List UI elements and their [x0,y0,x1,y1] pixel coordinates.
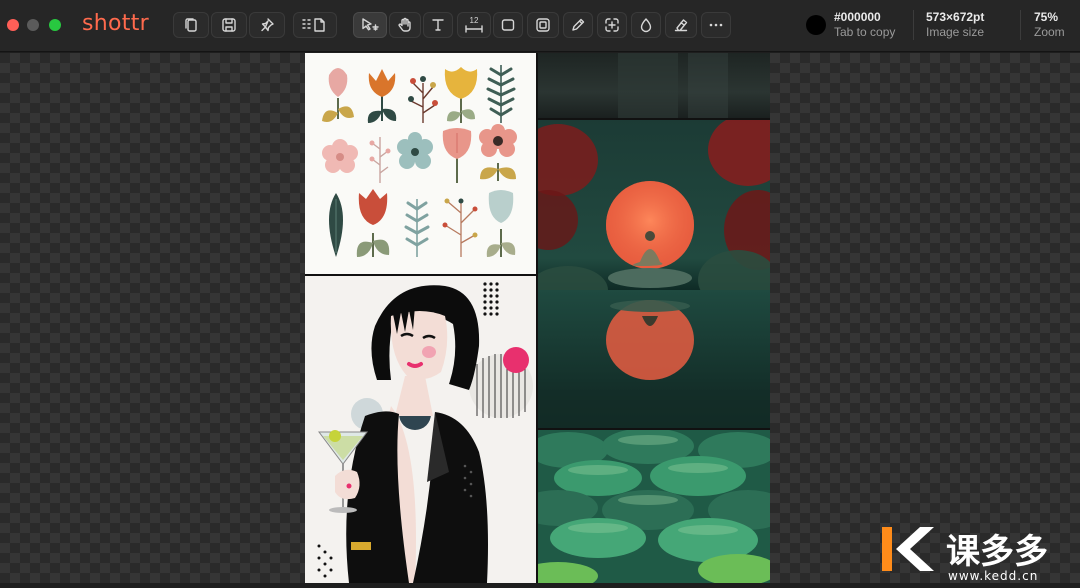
window-minimize-button[interactable] [27,19,39,31]
pen-tool-button[interactable] [563,12,593,38]
blur-icon [640,18,652,33]
toolbar: shottr 12 #000000 Tab to copy 573×672pt … [0,0,1080,52]
pin-button[interactable] [249,12,285,38]
save-icon [222,18,236,32]
app-title: shottr [82,11,149,36]
watermark-logo-text: 课多多 [946,532,1048,572]
zen-photo [538,120,770,428]
window-zoom-button[interactable] [49,19,61,31]
copy-icon [185,18,197,32]
spotlight-tool-button[interactable] [527,12,559,38]
text-tool-button[interactable] [423,12,453,38]
pin-icon [261,18,274,32]
forest-canopy-panel [538,430,770,583]
eraser-icon [674,19,688,32]
image-size-value: 573×672pt [926,10,985,24]
rectangle-icon [501,19,515,31]
text-icon [432,19,444,31]
pen-icon [572,18,585,31]
canvas[interactable] [0,53,1080,583]
image-size-label: Image size [926,25,985,39]
ruler-icon: 12 [465,16,483,33]
divider [1020,10,1021,40]
spotlight-icon [536,18,550,32]
ruler-tool-button[interactable]: 12 [457,12,491,38]
hand-tool-button[interactable] [389,12,421,38]
forest-canopy [538,430,770,583]
select-icon [362,18,379,31]
zoom-label: Zoom [1034,25,1065,39]
window-close-button[interactable] [7,19,19,31]
eraser-tool-button[interactable] [665,12,697,38]
photo-panel-top [538,53,770,118]
color-info[interactable]: #000000 Tab to copy [834,10,895,40]
layout-icon [302,18,325,32]
copy-button[interactable] [173,12,209,38]
divider [913,10,914,40]
screenshot-image[interactable] [305,53,770,583]
watermark-url: www.kedd.cn [948,569,1038,583]
crop-tool-button[interactable] [597,12,627,38]
ruler-label: 12 [470,16,479,25]
color-hint: Tab to copy [834,25,896,39]
layout-button[interactable] [293,12,337,38]
blur-tool-button[interactable] [631,12,661,38]
fashion-illustration-panel [305,276,536,583]
select-tool-button[interactable] [353,12,387,38]
hand-icon [398,17,411,32]
kedd-logo-icon: 课多多 www.kedd.cn [882,527,1048,583]
zoom-value: 75% [1034,10,1059,24]
save-button[interactable] [211,12,247,38]
flower-illustration [322,65,517,257]
rectangle-tool-button[interactable] [493,12,523,38]
more-icon [709,23,723,27]
zen-photo-panel [538,120,770,428]
zoom-info[interactable]: 75% Zoom [1034,10,1065,40]
more-button[interactable] [701,12,731,38]
image-size-info: 573×672pt Image size [926,10,984,40]
photo-top [618,53,728,118]
watermark: 课多多 www.kedd.cn [880,525,1080,583]
flower-illustration-panel [305,53,536,274]
crop-icon [605,18,619,32]
color-swatch[interactable] [806,15,826,35]
fashion-illustration [317,282,533,583]
color-value: #000000 [834,10,881,24]
